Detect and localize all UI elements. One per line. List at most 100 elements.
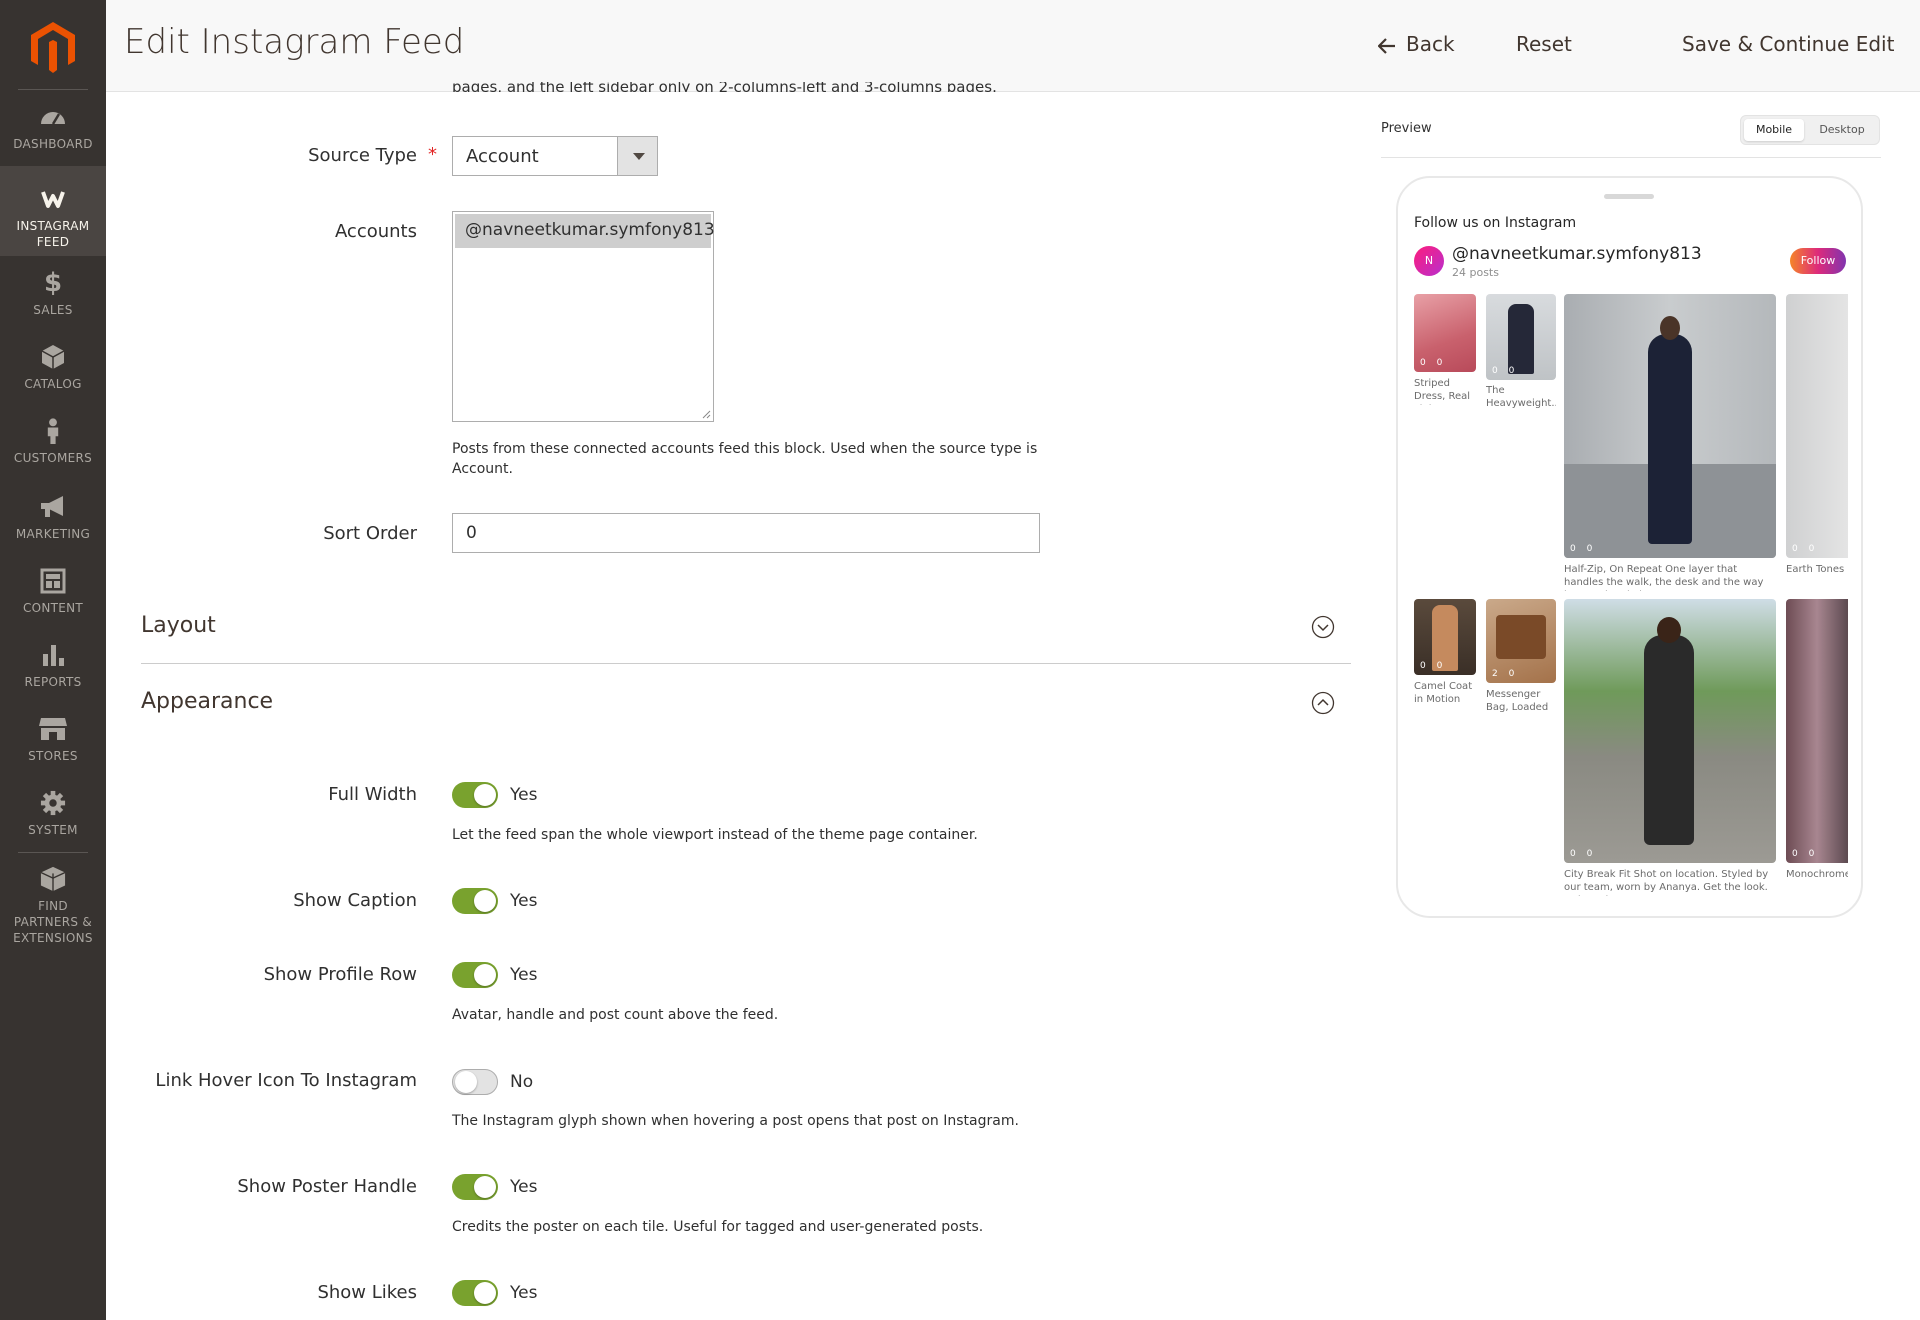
- back-button[interactable]: Back: [1377, 32, 1455, 56]
- tile-stats: 2 0: [1492, 669, 1519, 679]
- sidebar-item-catalog[interactable]: CATALOG: [0, 344, 106, 406]
- section-divider: [141, 663, 1351, 664]
- sidebar-item-system[interactable]: SYSTEM: [0, 790, 106, 852]
- post-tile[interactable]: 0 0: [1786, 599, 1848, 863]
- post-tile[interactable]: 0 0: [1786, 294, 1848, 558]
- full-width-note: Let the feed span the whole viewport ins…: [452, 827, 978, 843]
- follow-button[interactable]: Follow: [1790, 248, 1846, 274]
- link-hover-icon-toggle[interactable]: [452, 1069, 498, 1095]
- accounts-multiselect[interactable]: @navneetkumar.symfony813: [452, 211, 715, 422]
- appearance-section-title[interactable]: Appearance: [141, 689, 273, 714]
- cube-icon: [41, 345, 65, 369]
- back-label: Back: [1406, 32, 1455, 56]
- accounts-label: Accounts: [334, 221, 417, 242]
- show-caption-state: Yes: [510, 891, 538, 911]
- accounts-option[interactable]: @navneetkumar.symfony813: [455, 214, 715, 248]
- sidebar-item-marketing[interactable]: MARKETING: [0, 494, 106, 556]
- admin-sidebar: DASHBOARD INSTAGRAM FEED $ SALES CATALOG…: [0, 0, 106, 1320]
- post-tile[interactable]: 2 0: [1486, 599, 1556, 683]
- dollar-icon: $: [43, 268, 63, 298]
- show-profile-row-state: Yes: [510, 965, 538, 985]
- chevron-down-icon[interactable]: [617, 137, 657, 175]
- toggle-knob: [474, 964, 496, 986]
- sidebar-item-reports[interactable]: REPORTS: [0, 642, 106, 704]
- sidebar-item-dashboard[interactable]: DASHBOARD: [0, 104, 106, 166]
- expand-chevron-icon[interactable]: [1311, 615, 1335, 639]
- show-profile-row-note: Avatar, handle and post count above the …: [452, 1007, 779, 1023]
- sidebar-item-stores[interactable]: STORES: [0, 716, 106, 778]
- bar-chart-icon: [43, 645, 64, 666]
- mobile-tab[interactable]: Mobile: [1744, 119, 1804, 141]
- gear-icon: [40, 790, 66, 816]
- show-likes-toggle[interactable]: [452, 1280, 498, 1306]
- post-tile[interactable]: 0 0: [1414, 294, 1476, 372]
- full-width-label: Full Width: [328, 784, 417, 805]
- sidebar-item-label: MARKETING: [15, 527, 91, 541]
- sidebar-item-customers[interactable]: CUSTOMERS: [0, 418, 106, 480]
- mobile-preview-frame: Follow us on Instagram N @navneetkumar.s…: [1396, 176, 1863, 918]
- show-profile-row-label: Show Profile Row: [263, 964, 417, 985]
- show-profile-row-toggle[interactable]: [452, 962, 498, 988]
- post-tile[interactable]: 0 0: [1564, 599, 1776, 863]
- storefront-icon: [39, 718, 67, 740]
- show-likes-label: Show Likes: [317, 1282, 417, 1303]
- toggle-knob: [474, 784, 496, 806]
- show-poster-handle-state: Yes: [510, 1177, 538, 1197]
- save-continue-button[interactable]: Save & Continue Edit: [1682, 32, 1894, 56]
- avatar: N: [1414, 246, 1444, 276]
- tile-caption: Half-Zip, On Repeat One layer that handl…: [1564, 564, 1764, 591]
- toggle-knob: [474, 890, 496, 912]
- tile-caption: The Heavyweight...: [1486, 385, 1556, 409]
- follow-title: Follow us on Instagram: [1414, 215, 1577, 231]
- sidebar-item-sales[interactable]: $ SALES: [0, 270, 106, 332]
- desktop-tab[interactable]: Desktop: [1811, 119, 1873, 141]
- resize-handle-icon[interactable]: [701, 409, 711, 419]
- show-poster-handle-toggle[interactable]: [452, 1174, 498, 1200]
- cutoff-note: pages, and the left sidebar only on 2-co…: [452, 82, 997, 92]
- sidebar-item-content[interactable]: CONTENT: [0, 568, 106, 630]
- magento-logo-icon[interactable]: [28, 20, 78, 76]
- source-type-select[interactable]: Account: [452, 136, 658, 176]
- link-hover-icon-state: No: [510, 1072, 534, 1092]
- preview-divider: [1381, 157, 1881, 158]
- sidebar-item-label: SYSTEM: [28, 823, 78, 837]
- link-hover-icon-label: Link Hover Icon To Instagram: [155, 1070, 417, 1091]
- sidebar-divider: [18, 852, 88, 853]
- preview-label: Preview: [1381, 121, 1432, 136]
- sort-order-input[interactable]: 0: [452, 513, 1040, 553]
- sidebar-item-label: STORES: [28, 749, 78, 763]
- sidebar-item-label: INSTAGRAM FEED: [16, 219, 90, 249]
- tile-caption: Messenger Bag, Loaded Lapto...: [1486, 689, 1549, 716]
- boxes-icon: [40, 866, 66, 892]
- show-caption-toggle[interactable]: [452, 888, 498, 914]
- post-tile[interactable]: 0 0: [1564, 294, 1776, 558]
- tile-caption: Earth Tones Br else needed. L: [1786, 564, 1848, 575]
- tile-stats: 0 0: [1492, 366, 1519, 376]
- arrow-left-icon: [1377, 38, 1395, 54]
- tile-stats: 0 0: [1420, 358, 1447, 368]
- layout-section-title[interactable]: Layout: [141, 613, 216, 638]
- collapse-chevron-icon[interactable]: [1311, 691, 1335, 715]
- sidebar-item-label: FIND PARTNERS & EXTENSIONS: [13, 899, 93, 945]
- tile-caption: City Break Fit Shot on location. Styled …: [1564, 869, 1769, 896]
- person-icon: [47, 418, 59, 444]
- tile-caption: Monochrome done. Shop th: [1786, 869, 1848, 880]
- sidebar-item-find-partners[interactable]: FIND PARTNERS & EXTENSIONS: [0, 866, 106, 946]
- tile-stats: 0 0: [1792, 849, 1819, 859]
- post-count: 24 posts: [1452, 266, 1499, 279]
- post-tile[interactable]: 0 0: [1414, 599, 1476, 675]
- full-width-toggle[interactable]: [452, 782, 498, 808]
- instagram-feed-icon: [41, 191, 65, 208]
- post-tile[interactable]: 0 0: [1486, 294, 1556, 380]
- toggle-knob: [474, 1176, 496, 1198]
- reset-button[interactable]: Reset: [1516, 32, 1572, 56]
- link-hover-icon-note: The Instagram glyph shown when hovering …: [452, 1113, 1019, 1129]
- sidebar-item-label: DASHBOARD: [13, 137, 93, 151]
- sort-order-label: Sort Order: [323, 523, 417, 544]
- show-poster-handle-note: Credits the poster on each tile. Useful …: [452, 1219, 984, 1235]
- source-type-label: Source Type: [308, 145, 417, 166]
- sidebar-item-instagram-feed[interactable]: INSTAGRAM FEED: [0, 166, 106, 256]
- tile-stats: 0 0: [1570, 849, 1597, 859]
- sidebar-item-label: CONTENT: [22, 601, 84, 615]
- sidebar-item-label: CATALOG: [24, 377, 82, 391]
